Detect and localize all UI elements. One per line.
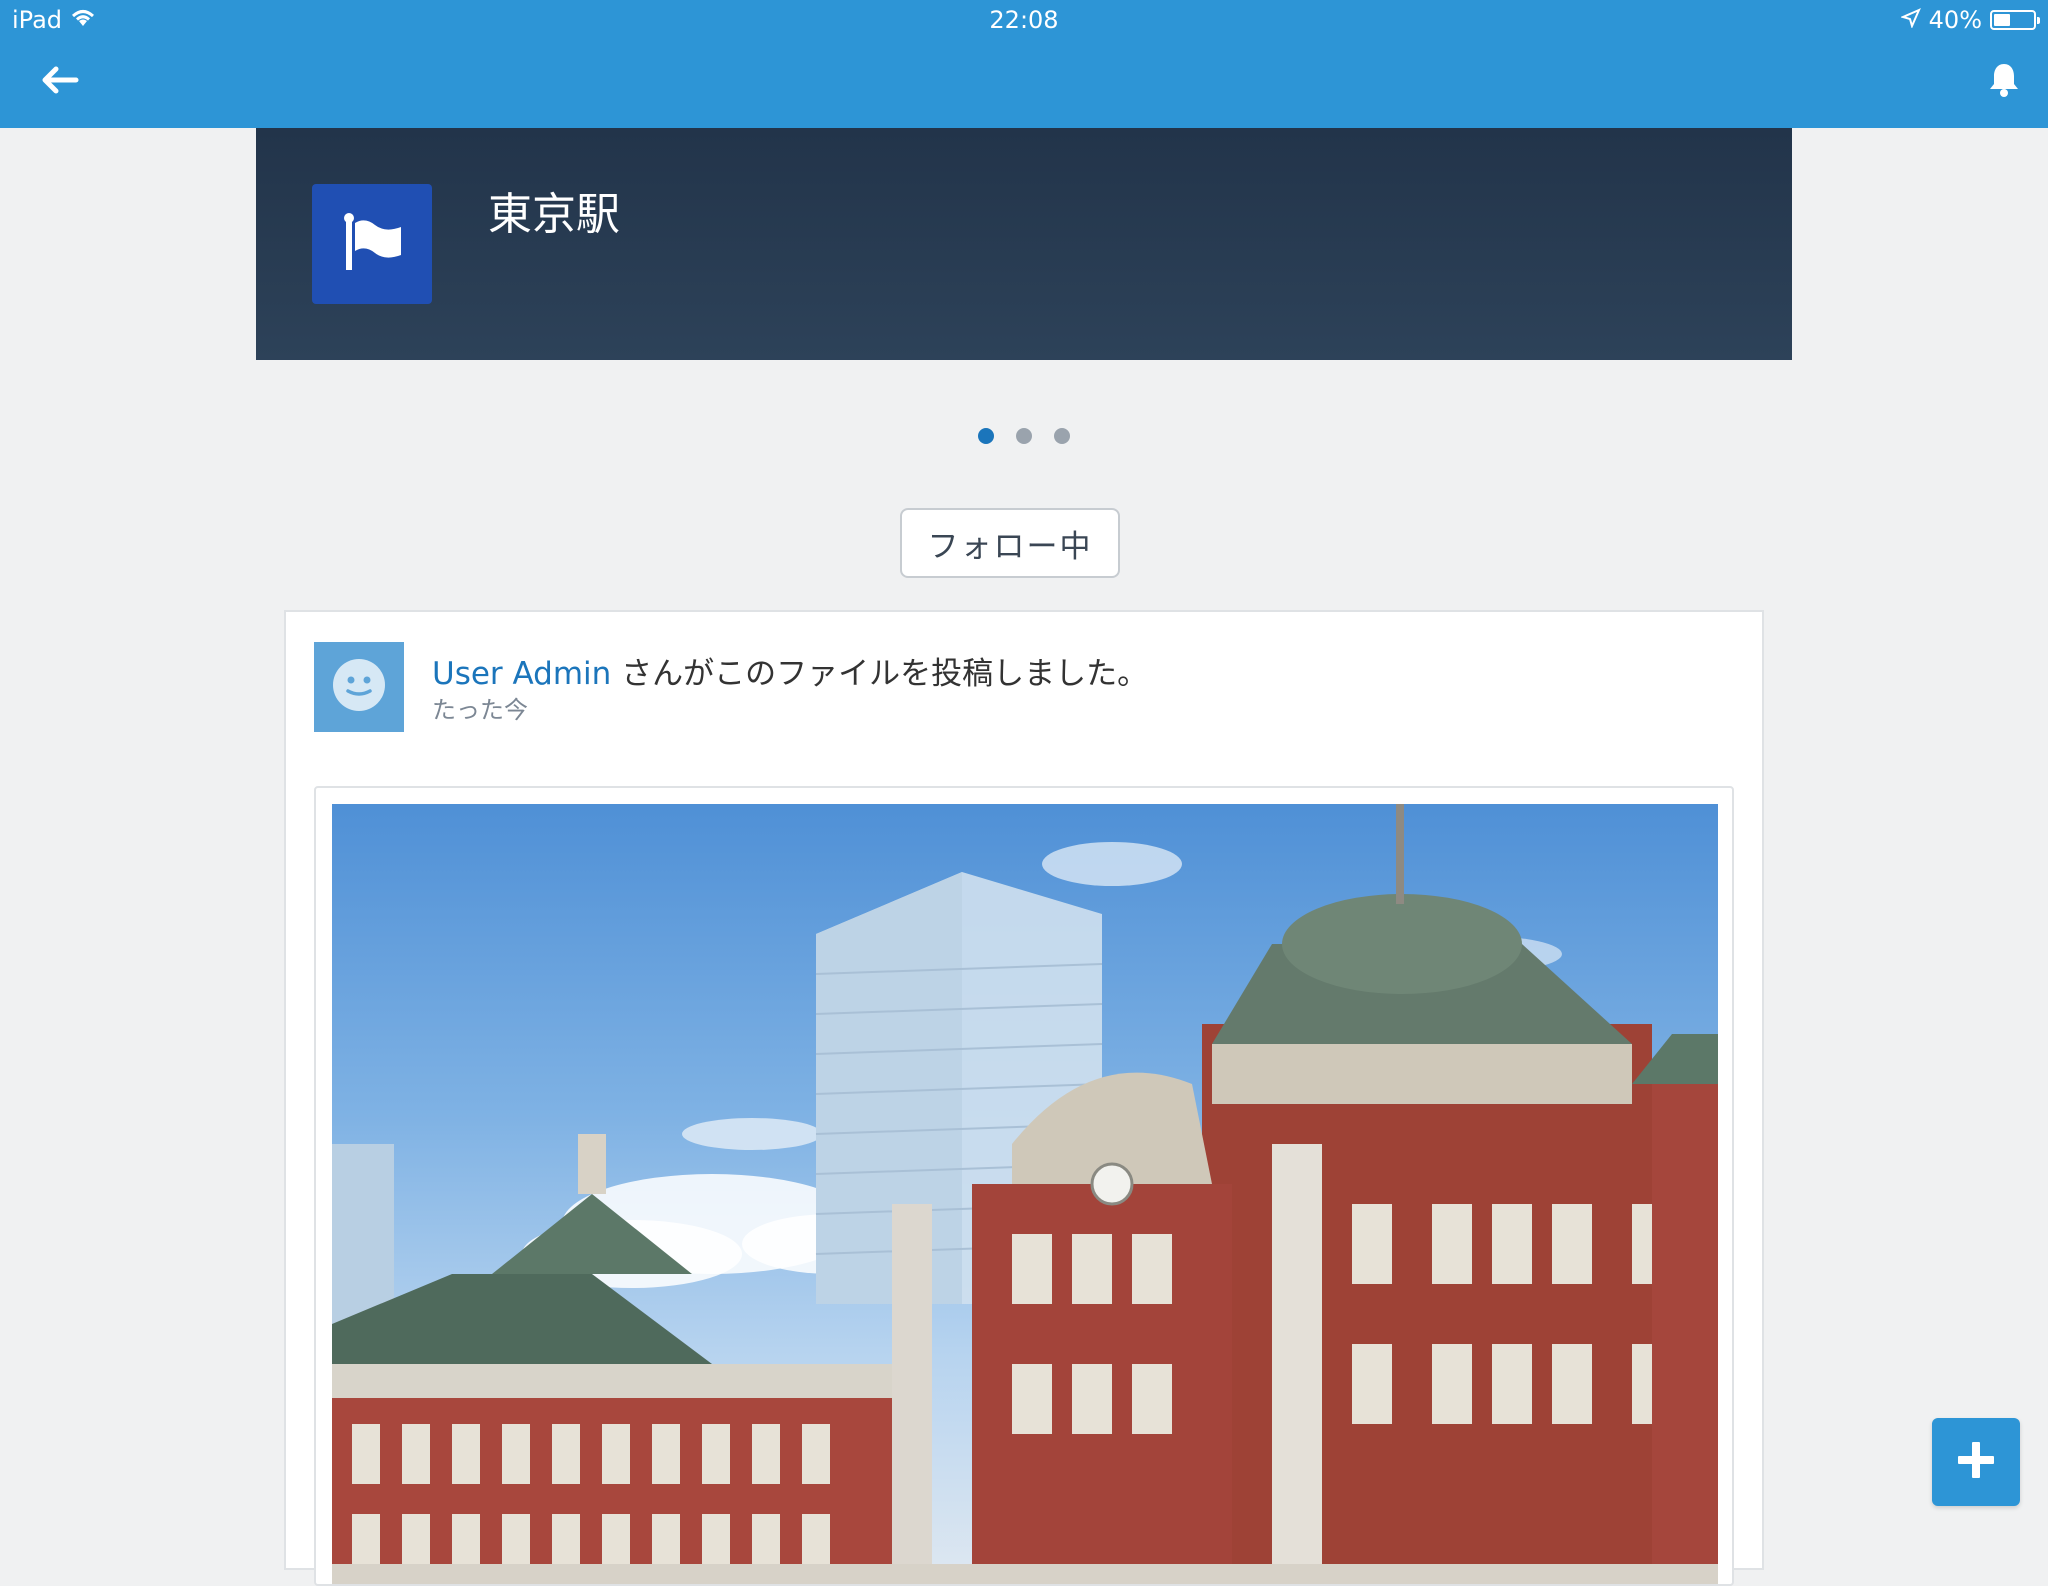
carousel-dot[interactable] (1016, 428, 1032, 444)
post-header: User Admin さんがこのファイルを投稿しました。 (432, 648, 1148, 693)
record-type-badge (312, 184, 432, 304)
top-bar: iPad 22:08 40% (0, 0, 2048, 128)
battery-percent: 40% (1928, 6, 1982, 34)
page-title: 東京駅 (488, 189, 620, 240)
feed-item: User Admin さんがこのファイルを投稿しました。 たった今 (284, 610, 1764, 1586)
file-preview[interactable] (314, 786, 1734, 1586)
carousel-dot[interactable] (978, 428, 994, 444)
location-arrow-icon (1899, 6, 1921, 34)
notifications-button[interactable] (1980, 58, 2028, 106)
smiley-face-icon (331, 657, 387, 717)
carousel-dot[interactable] (1054, 428, 1070, 444)
user-name-link[interactable]: User Admin (432, 656, 611, 692)
status-right: 40% (1899, 6, 2040, 34)
file-thumbnail-image[interactable] (332, 804, 1718, 1584)
status-time: 22:08 (989, 6, 1059, 34)
record-header: 東京駅 (256, 128, 1792, 360)
plus-icon (1954, 1438, 1998, 1486)
carousel-indicator (0, 428, 2048, 444)
follow-button[interactable]: フォロー中 (900, 508, 1120, 578)
flag-icon (339, 209, 405, 279)
status-bar: iPad 22:08 40% (0, 0, 2048, 42)
arrow-left-icon (40, 64, 80, 100)
post-timestamp: たった今 (432, 696, 528, 724)
post-action-text: さんがこのファイルを投稿しました。 (611, 656, 1149, 692)
avatar[interactable] (314, 642, 404, 732)
bell-icon (1987, 62, 2021, 102)
back-button[interactable] (36, 58, 84, 106)
battery-icon (1990, 10, 2040, 30)
new-action-button[interactable] (1932, 1418, 2020, 1506)
tokyo-station-illustration (332, 804, 1718, 1584)
